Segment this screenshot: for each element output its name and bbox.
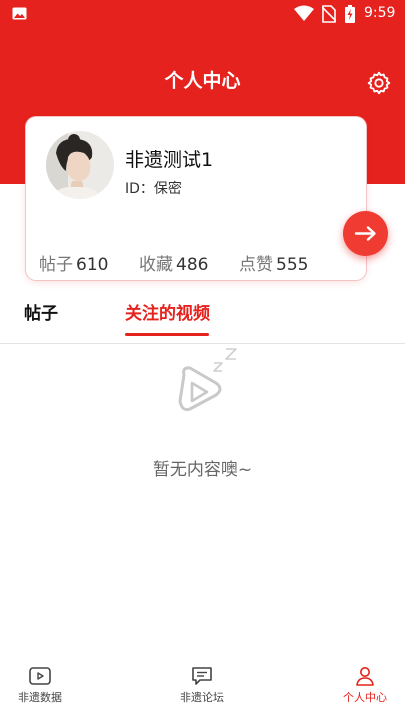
status-time: 9:59 <box>364 5 396 21</box>
gear-icon[interactable] <box>366 70 392 96</box>
nav-label: 个人中心 <box>343 691 387 704</box>
stat-posts[interactable]: 帖子 610 <box>39 250 108 275</box>
bottom-nav: 非遗数据 非遗论坛 个人中心 <box>0 656 405 720</box>
status-bar: 9:59 <box>0 0 405 28</box>
wifi-icon <box>294 5 314 21</box>
nav-item-profile[interactable]: 个人中心 <box>305 656 405 720</box>
profile-arrow-button[interactable] <box>343 211 388 256</box>
profile-stats: 帖子 610 收藏 486 点赞 555 <box>26 250 366 275</box>
page-title: 个人中心 <box>164 70 241 92</box>
stat-value: 610 <box>76 255 109 275</box>
stat-label: 收藏 <box>139 255 173 275</box>
person-icon <box>356 667 374 686</box>
tab-posts[interactable]: 帖子 <box>24 299 58 324</box>
stat-value: 486 <box>176 255 209 275</box>
nav-item-forum[interactable]: 非遗论坛 <box>142 656 262 720</box>
nav-item-data[interactable]: 非遗数据 <box>0 656 100 720</box>
active-tab-indicator <box>125 333 209 336</box>
video-sleep-icon <box>178 348 237 412</box>
profile-card: 非遗测试1 ID：保密 帖子 610 收藏 486 点赞 555 <box>26 117 366 280</box>
arrow-right-icon <box>354 226 376 241</box>
image-notification-icon <box>12 7 27 20</box>
nav-label: 非遗数据 <box>18 691 62 704</box>
user-id: ID：保密 <box>125 181 182 197</box>
tab-followed-videos[interactable]: 关注的视频 <box>125 299 210 324</box>
avatar[interactable] <box>46 131 114 199</box>
nav-label: 非遗论坛 <box>180 691 224 704</box>
video-icon <box>29 667 51 685</box>
chat-icon <box>192 667 212 685</box>
stat-value: 555 <box>276 255 309 275</box>
stat-label: 帖子 <box>39 255 73 275</box>
no-sim-icon <box>322 5 336 23</box>
empty-state-text: 暂无内容噢~ <box>152 460 253 480</box>
stat-label: 点赞 <box>239 255 273 275</box>
stat-favorites[interactable]: 收藏 486 <box>139 250 208 275</box>
user-name: 非遗测试1 <box>125 149 214 171</box>
battery-charging-icon <box>345 5 355 23</box>
stat-likes[interactable]: 点赞 555 <box>239 250 308 275</box>
